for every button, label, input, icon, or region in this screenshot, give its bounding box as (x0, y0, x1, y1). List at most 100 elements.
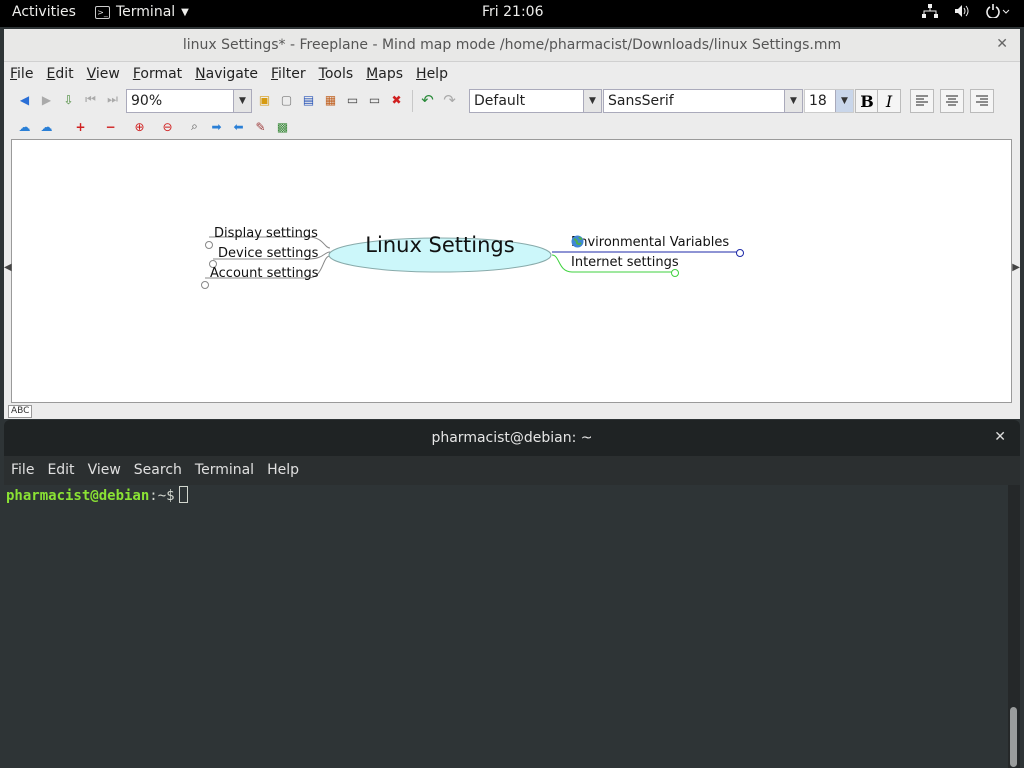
menu-format[interactable]: Format (133, 63, 182, 85)
next-icon[interactable]: ⏭ (102, 89, 123, 110)
mindmap-canvas[interactable]: Linux Settings Display settings Device s… (11, 139, 1012, 403)
node-display-settings[interactable]: Display settings (214, 226, 318, 241)
shell-prompt: pharmacist@debian:~$ (6, 486, 188, 505)
chevron-down-icon[interactable]: ▼ (583, 90, 601, 112)
freeplane-titlebar[interactable]: linux Settings* - Freeplane - Mind map m… (4, 29, 1020, 62)
terminal-titlebar[interactable]: pharmacist@debian: ~ ✕ (4, 420, 1020, 456)
toolbar-separator (412, 90, 413, 112)
menu-maps[interactable]: Maps (366, 63, 403, 85)
globe-icon (571, 235, 584, 248)
collapse-node-icon[interactable]: ⊖ (157, 116, 178, 137)
freeplane-window: linux Settings* - Freeplane - Mind map m… (4, 29, 1020, 419)
close-icon[interactable]: ✕ (994, 429, 1006, 445)
node-account-settings[interactable]: Account settings (210, 266, 318, 281)
activities-button[interactable]: Activities (12, 4, 76, 20)
volume-icon[interactable] (954, 4, 970, 22)
align-left-icon (916, 95, 928, 106)
app-menu-label: Terminal (116, 4, 176, 20)
close-icon[interactable]: ✕ (996, 36, 1008, 52)
node-device-settings[interactable]: Device settings (218, 246, 318, 261)
node-environmental-variables-label: Environmental Variables (571, 235, 730, 250)
terminal-scrollbar[interactable] (1008, 485, 1020, 768)
cloud-icon[interactable]: ☁ (14, 116, 35, 137)
fold-toggle-internet[interactable] (671, 269, 679, 277)
app-menu-button[interactable]: >_ Terminal ▼ (95, 4, 189, 20)
terminal-menu-help[interactable]: Help (267, 456, 299, 485)
menu-file[interactable]: File (10, 63, 33, 85)
chevron-down-icon[interactable]: ▼ (233, 90, 251, 112)
move-left-icon[interactable]: ⬅ (228, 116, 249, 137)
text-cursor (178, 486, 188, 503)
tools-icon[interactable]: ✎ (250, 116, 271, 137)
terminal-menu-view[interactable]: View (88, 456, 121, 485)
redo-icon[interactable]: ↷ (439, 89, 460, 110)
align-center-button[interactable] (940, 89, 964, 113)
find-icon[interactable]: ⌕ (184, 116, 205, 137)
print-icon[interactable]: ▭ (342, 89, 363, 110)
undo-icon[interactable]: ↶ (417, 89, 438, 110)
prompt-user: pharmacist@debian (6, 488, 150, 504)
previous-icon[interactable]: ⏮ (80, 89, 101, 110)
terminal-output[interactable]: pharmacist@debian:~$ (4, 485, 1008, 768)
terminal-title: pharmacist@debian: ~ (431, 430, 593, 446)
terminal-menu-terminal[interactable]: Terminal (195, 456, 254, 485)
node-internet-settings[interactable]: Internet settings (571, 255, 679, 270)
scrollbar-thumb[interactable] (1010, 707, 1017, 767)
terminal-window: pharmacist@debian: ~ ✕ File Edit View Se… (4, 420, 1020, 768)
font-size-select[interactable]: 18 ▼ (804, 89, 854, 113)
back-icon[interactable]: ◀ (14, 89, 35, 110)
bold-button[interactable]: B (855, 89, 879, 113)
print-preview-icon[interactable]: ▭ (364, 89, 385, 110)
root-node[interactable]: Linux Settings (329, 228, 551, 262)
network-icon[interactable] (922, 4, 938, 22)
chevron-down-icon[interactable]: ▼ (784, 90, 802, 112)
clock[interactable]: Fri 21:06 (482, 4, 543, 20)
style-select[interactable]: Default ▼ (469, 89, 602, 113)
align-left-button[interactable] (910, 89, 934, 113)
node-toolbar: ☁ ☁ + − ⊕ ⊖ ⌕ ➡ ⬅ ✎ ▩ (14, 115, 314, 139)
freeplane-menubar: File Edit View Format Navigate Filter To… (4, 63, 1020, 85)
cloud-color-icon[interactable]: ☁ (36, 116, 57, 137)
window-title: linux Settings* - Freeplane - Mind map m… (182, 37, 842, 53)
expand-node-icon[interactable]: ⊕ (129, 116, 150, 137)
download-icon[interactable]: ⇩ (58, 89, 79, 110)
power-icon[interactable] (986, 4, 1010, 22)
spellcheck-icon[interactable]: ABC (8, 405, 33, 418)
style-value: Default (474, 93, 526, 109)
move-right-icon[interactable]: ➡ (206, 116, 227, 137)
left-panel-toggle-icon[interactable]: ◀ (4, 262, 12, 273)
save-all-icon[interactable]: ▦ (320, 89, 341, 110)
italic-button[interactable]: I (877, 89, 901, 113)
fold-toggle-display[interactable] (205, 241, 213, 249)
save-icon[interactable]: ▤ (298, 89, 319, 110)
zoom-select[interactable]: 90% ▼ (126, 89, 252, 113)
node-environmental-variables[interactable]: Environmental Variables (571, 235, 729, 250)
system-tray[interactable] (922, 4, 1010, 22)
remove-link-icon[interactable]: − (100, 116, 121, 137)
font-family-select[interactable]: SansSerif ▼ (603, 89, 803, 113)
font-family-value: SansSerif (608, 93, 674, 109)
menu-view[interactable]: View (87, 63, 120, 85)
terminal-menu-search[interactable]: Search (134, 456, 182, 485)
terminal-menu-edit[interactable]: Edit (47, 456, 74, 485)
add-link-icon[interactable]: + (70, 116, 91, 137)
fold-toggle-environment[interactable] (736, 249, 744, 257)
menu-edit[interactable]: Edit (46, 63, 73, 85)
menu-navigate[interactable]: Navigate (195, 63, 258, 85)
menu-tools[interactable]: Tools (319, 63, 354, 85)
menu-help[interactable]: Help (416, 63, 448, 85)
right-panel-toggle-icon[interactable]: ▶ (1012, 262, 1020, 273)
menu-filter[interactable]: Filter (271, 63, 306, 85)
new-document-icon[interactable]: ▢ (276, 89, 297, 110)
chevron-down-icon: ▼ (181, 6, 189, 18)
fold-toggle-account[interactable] (201, 281, 209, 289)
root-node-label: Linux Settings (365, 233, 515, 257)
zoom-value: 90% (131, 93, 163, 109)
forward-icon[interactable]: ▶ (36, 89, 57, 110)
close-map-icon[interactable]: ✖ (386, 89, 407, 110)
chevron-down-icon[interactable]: ▼ (835, 90, 853, 112)
align-right-button[interactable] (970, 89, 994, 113)
open-folder-icon[interactable]: ▣ (254, 89, 275, 110)
lock-icon[interactable]: ▩ (272, 116, 293, 137)
terminal-menu-file[interactable]: File (11, 456, 34, 485)
